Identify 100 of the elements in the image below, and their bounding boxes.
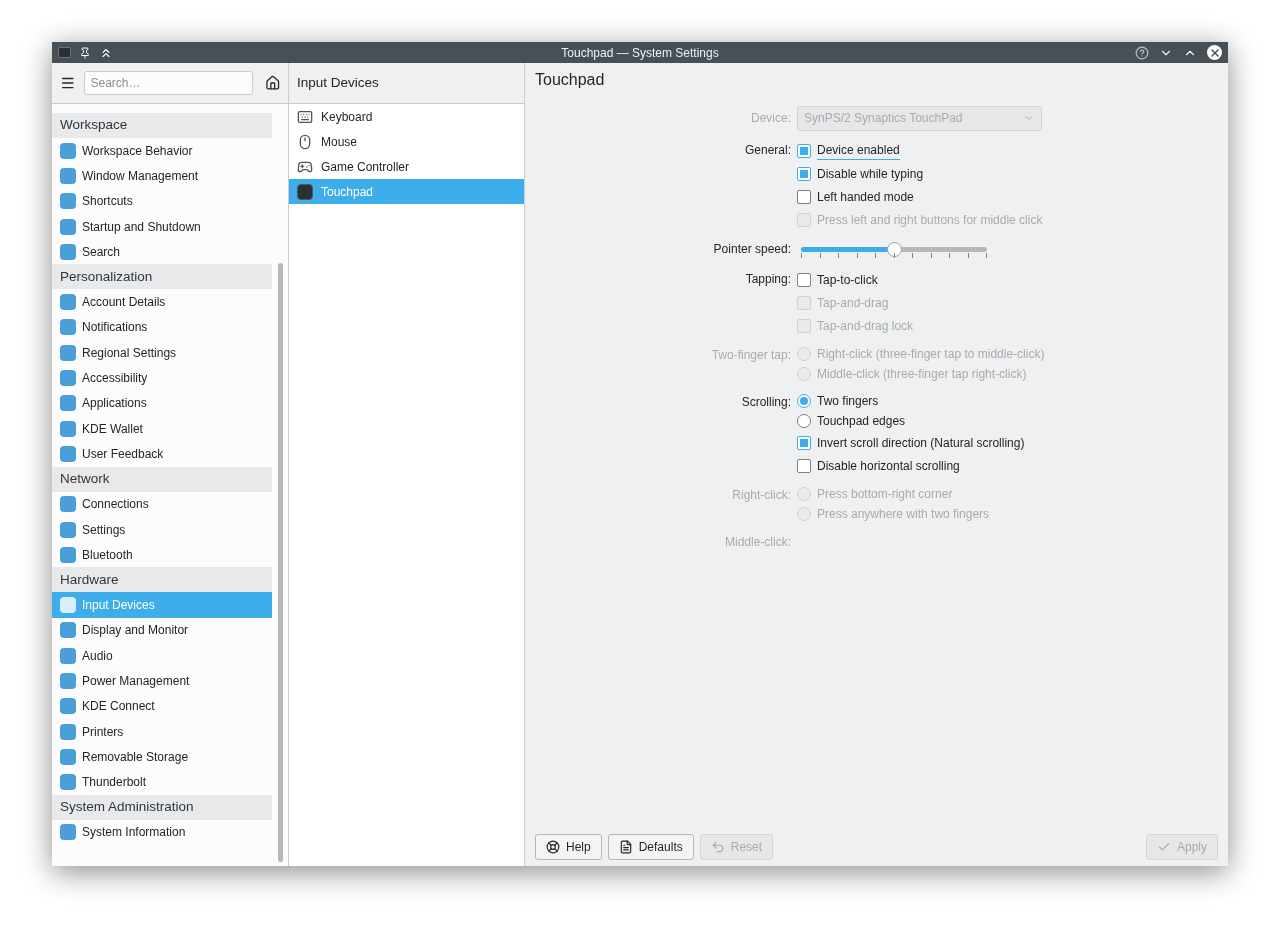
settings-module-icon [60, 142, 76, 159]
checkbox[interactable] [797, 166, 811, 181]
help-icon[interactable] [1135, 45, 1149, 60]
sidebar-item[interactable]: Workspace Behavior [52, 138, 272, 164]
sidebar-item[interactable]: Printers [52, 718, 272, 745]
panel-title: Input Devices [289, 63, 524, 104]
group-label: Tapping: [745, 271, 791, 288]
document-icon [618, 840, 633, 854]
sidebar-item[interactable]: Bluetooth [52, 542, 272, 568]
device-item[interactable]: Keyboard [289, 104, 524, 129]
sidebar-item[interactable]: System Information [52, 819, 272, 846]
category-header: System Administration [52, 794, 272, 820]
category-header: Hardware [52, 567, 272, 593]
checkbox-label: Tap-and-drag [817, 294, 889, 312]
radio-label: Touchpad edges [817, 413, 906, 430]
scrollbar[interactable] [277, 263, 283, 862]
close-button[interactable] [1207, 45, 1222, 60]
sidebar-item[interactable]: Regional Settings [52, 340, 272, 366]
settings-module-icon [60, 496, 76, 513]
pin-icon[interactable] [79, 46, 91, 59]
sidebar-item[interactable]: Thunderbolt [52, 769, 272, 795]
sidebar-item[interactable]: Account Details [52, 289, 272, 315]
checkbox-label: Invert scroll direction (Natural scrolling) [817, 434, 1025, 452]
group-label: Pointer speed: [713, 241, 791, 258]
settings-module-icon [60, 395, 76, 412]
radio-button[interactable] [797, 414, 811, 428]
sidebar-item[interactable]: KDE Wallet [52, 415, 272, 442]
settings-module-icon [60, 647, 76, 664]
slider-handle[interactable] [887, 241, 902, 257]
checkbox[interactable] [797, 435, 811, 450]
sidebar-item[interactable]: User Feedback [52, 441, 272, 467]
settings-module-icon [60, 167, 76, 184]
home-icon[interactable] [264, 75, 280, 91]
settings-module-icon [60, 748, 76, 765]
sidebar-item[interactable]: Power Management [52, 668, 272, 694]
radio-label: Middle-click (three-finger tap right-click) [817, 366, 1027, 383]
device-item[interactable]: Game Controller [289, 154, 524, 179]
sidebar-item[interactable]: Display and Monitor [52, 617, 272, 644]
group-label: Scrolling: [741, 394, 791, 411]
sidebar-item[interactable]: Search [52, 239, 272, 265]
check-icon [1156, 840, 1171, 854]
sidebar-item[interactable]: Connections [52, 491, 272, 517]
settings-module-icon [60, 723, 76, 740]
field-label: Device: [750, 110, 792, 127]
app-icon [58, 47, 71, 58]
settings-module-icon [60, 344, 76, 361]
group-label: General: [744, 142, 791, 159]
checkbox-label: Disable while typing [817, 165, 924, 183]
sidebar-item[interactable]: Removable Storage [52, 744, 272, 770]
checkbox[interactable] [797, 189, 811, 204]
settings-module-icon [60, 218, 76, 235]
settings-module-icon [60, 370, 76, 386]
sidebar-item[interactable]: Notifications [52, 314, 272, 341]
close-icon [1208, 46, 1221, 59]
radio-label: Press anywhere with two fingers [817, 506, 990, 523]
checkbox-label: Tap-to-click [817, 271, 878, 289]
category-header: Workspace [52, 113, 272, 138]
sidebar-item[interactable]: Audio [52, 643, 272, 669]
group-label: Middle-click: [725, 534, 791, 551]
device-item[interactable]: Mouse [289, 129, 524, 154]
settings-module-icon [60, 622, 76, 639]
settings-module-icon [60, 824, 76, 841]
sidebar-item[interactable]: Accessibility [52, 365, 272, 391]
radio-label: Two fingers [817, 393, 879, 410]
menu-icon[interactable] [60, 75, 76, 91]
search-field[interactable]: Search… [83, 71, 253, 95]
sidebar-item[interactable]: Settings [52, 516, 272, 543]
checkbox-label: Left handed mode [817, 188, 914, 206]
keyboard-icon [297, 108, 313, 125]
radio-button[interactable] [797, 394, 811, 408]
settings-module-icon [60, 521, 76, 538]
checkbox[interactable] [797, 272, 811, 287]
footer-button[interactable]: Help [535, 834, 602, 860]
settings-module-icon [60, 445, 76, 462]
group-label: Right-click: [732, 487, 791, 504]
checkbox-label: Tap-and-drag lock [817, 317, 914, 335]
settings-module-icon [60, 597, 76, 614]
settings-module-icon [60, 546, 76, 563]
lifebuoy-icon [546, 840, 560, 854]
sidebar-item[interactable]: Window Management [52, 163, 272, 189]
footer-button[interactable]: Defaults [607, 834, 694, 860]
checkbox-label: Device enabled [817, 141, 900, 160]
window-title: Touchpad — System Settings [560, 44, 720, 62]
settings-module-icon [60, 698, 76, 715]
settings-module-icon [60, 193, 76, 210]
sidebar-item[interactable]: Startup and Shutdown [52, 213, 272, 240]
category-header: Personalization [52, 264, 272, 290]
checkbox[interactable] [797, 458, 811, 473]
settings-module-icon [60, 319, 76, 336]
sidebar-item[interactable]: KDE Connect [52, 693, 272, 719]
checkbox-label: Press left and right buttons for middle click [817, 211, 1043, 229]
settings-module-icon [60, 243, 76, 260]
mouse-icon [297, 133, 313, 150]
touchpad-icon [297, 183, 313, 200]
sidebar-item[interactable]: Applications [52, 390, 272, 416]
settings-module-icon [60, 673, 76, 689]
settings-module-icon [60, 420, 76, 437]
sidebar-item[interactable]: Shortcuts [52, 188, 272, 214]
checkbox[interactable] [797, 143, 811, 158]
checkbox-label: Disable horizontal scrolling [817, 457, 960, 475]
